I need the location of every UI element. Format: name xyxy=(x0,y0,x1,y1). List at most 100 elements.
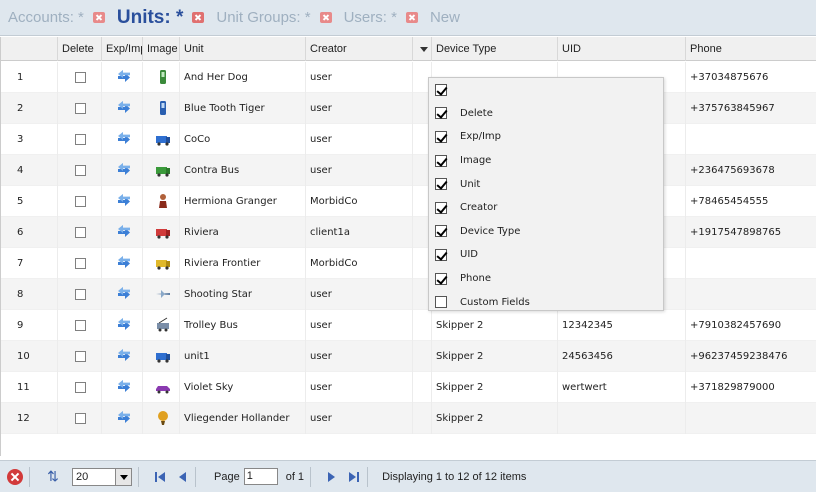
column-toggle-item[interactable]: Unit xyxy=(429,172,663,196)
table-row[interactable]: 12 Vliegender Hollander user Skipper 2 xyxy=(1,403,816,434)
column-checkbox[interactable] xyxy=(435,296,447,309)
unit-name[interactable]: Hermiona Granger xyxy=(180,186,306,217)
column-checkbox[interactable] xyxy=(435,201,447,214)
tab-unitgroups[interactable]: Unit Groups: * xyxy=(216,9,332,26)
table-row[interactable]: 4 Contra Bus user +236475693678 xyxy=(1,155,816,186)
header-phone[interactable]: Phone xyxy=(686,37,816,61)
sort-icon[interactable]: ⇅ xyxy=(44,468,62,485)
delete-checkbox[interactable] xyxy=(75,226,86,238)
delete-checkbox[interactable] xyxy=(75,319,86,331)
chevron-down-icon[interactable] xyxy=(115,468,131,485)
close-icon[interactable] xyxy=(92,12,105,23)
exchange-icon[interactable] xyxy=(106,380,132,393)
exchange-icon[interactable] xyxy=(106,349,132,362)
column-toggle-item[interactable]: Creator xyxy=(429,196,663,220)
header-uid[interactable]: UID xyxy=(558,37,686,61)
unit-name[interactable]: Contra Bus xyxy=(180,155,306,186)
table-row[interactable]: 7 Riviera Frontier MorbidCo xyxy=(1,248,816,279)
exchange-icon[interactable] xyxy=(106,70,132,83)
header-exp-imp[interactable]: Exp/Imp xyxy=(102,37,143,61)
unit-name[interactable]: Shooting Star xyxy=(180,279,306,310)
exchange-icon[interactable] xyxy=(106,411,132,424)
header-unit[interactable]: Unit xyxy=(180,37,306,61)
column-checkbox[interactable] xyxy=(435,178,447,191)
close-icon[interactable] xyxy=(405,12,418,23)
exchange-icon[interactable] xyxy=(106,132,132,145)
unit-name[interactable]: CoCo xyxy=(180,124,306,155)
column-checkbox[interactable] xyxy=(435,272,447,285)
tab-new[interactable]: New xyxy=(430,9,460,26)
exchange-icon[interactable] xyxy=(106,225,132,238)
table-row[interactable]: 1 And Her Dog user +37034875676 xyxy=(1,62,816,93)
tab-accounts[interactable]: Accounts: * xyxy=(8,9,105,26)
header-delete[interactable]: Delete xyxy=(58,37,102,61)
column-toggle-item[interactable]: Image xyxy=(429,149,663,173)
page-size-select[interactable]: 20 xyxy=(72,467,132,486)
column-checkbox[interactable] xyxy=(435,107,447,120)
delete-checkbox[interactable] xyxy=(75,257,86,269)
delete-checkbox[interactable] xyxy=(75,133,86,145)
exchange-icon[interactable] xyxy=(106,101,132,114)
delete-checkbox[interactable] xyxy=(75,164,86,176)
table-row[interactable]: 10 unit1 user Skipper 2 24563456 +96237459238… xyxy=(1,341,816,372)
unit-name[interactable]: Riviera Frontier xyxy=(180,248,306,279)
table-row[interactable]: 6 Riviera client1a +1917547898765 xyxy=(1,217,816,248)
next-page-icon[interactable] xyxy=(325,469,339,485)
column-toggle-item[interactable]: Delete xyxy=(429,102,663,126)
table-row[interactable]: 8 Shooting Star user xyxy=(1,279,816,310)
unit-name[interactable]: Violet Sky xyxy=(180,372,306,403)
column-checkbox[interactable] xyxy=(435,225,447,238)
unit-name[interactable]: unit1 xyxy=(180,341,306,372)
delete-checkbox[interactable] xyxy=(75,350,86,362)
column-toggle-item[interactable]: Exp/Imp xyxy=(429,125,663,149)
close-icon[interactable] xyxy=(319,12,332,23)
delete-checkbox[interactable] xyxy=(75,195,86,207)
prev-page-icon[interactable] xyxy=(175,469,189,485)
unit-name[interactable]: Vliegender Hollander xyxy=(180,403,306,434)
delete-checkbox[interactable] xyxy=(75,288,86,300)
tab-label: Units: * xyxy=(116,6,184,28)
table-row[interactable]: 2 Blue Tooth Tiger user +375763845967 xyxy=(1,93,816,124)
column-toggle-item[interactable]: Device Type xyxy=(429,220,663,244)
column-checkbox[interactable] xyxy=(435,83,447,96)
column-toggle-item[interactable]: UID xyxy=(429,243,663,267)
unit-name[interactable]: Riviera xyxy=(180,217,306,248)
column-menu-button[interactable] xyxy=(413,37,432,61)
column-toggle-item[interactable]: Custom Fields xyxy=(429,290,663,314)
unit-name[interactable]: Trolley Bus xyxy=(180,310,306,341)
table-row[interactable]: 9 Trolley Bus user Skipper 2 12342345 +791038… xyxy=(1,310,816,341)
first-page-icon[interactable] xyxy=(153,469,167,485)
tab-units[interactable]: Units: * xyxy=(117,7,205,29)
exp-imp-cell xyxy=(102,248,143,279)
delete-cell xyxy=(58,403,102,434)
column-toggle-item[interactable] xyxy=(429,78,663,102)
table-row[interactable]: 5 Hermiona Granger MorbidCo +78465454555 xyxy=(1,186,816,217)
column-checkbox[interactable] xyxy=(435,248,447,261)
delete-cell xyxy=(58,310,102,341)
exchange-icon[interactable] xyxy=(106,163,132,176)
exchange-icon[interactable] xyxy=(106,256,132,269)
delete-icon[interactable] xyxy=(7,468,23,485)
column-checkbox[interactable] xyxy=(435,154,447,167)
unit-name[interactable]: Blue Tooth Tiger xyxy=(180,93,306,124)
delete-checkbox[interactable] xyxy=(75,102,86,114)
header-creator[interactable]: Creator xyxy=(306,37,413,61)
table-row[interactable]: 3 CoCo user xyxy=(1,124,816,155)
exchange-icon[interactable] xyxy=(106,318,132,331)
delete-checkbox[interactable] xyxy=(75,412,86,424)
red-truck-icon xyxy=(147,227,172,239)
exchange-icon[interactable] xyxy=(106,194,132,207)
header-device-type[interactable]: Device Type xyxy=(432,37,558,61)
header-image[interactable]: Image xyxy=(143,37,180,61)
column-toggle-item[interactable]: Phone xyxy=(429,267,663,291)
close-icon[interactable] xyxy=(192,12,205,23)
unit-name[interactable]: And Her Dog xyxy=(180,62,306,93)
delete-checkbox[interactable] xyxy=(75,381,86,393)
column-checkbox[interactable] xyxy=(435,130,447,143)
delete-checkbox[interactable] xyxy=(75,71,86,83)
tab-users[interactable]: Users: * xyxy=(344,9,418,26)
page-number-input[interactable]: 1 xyxy=(243,468,278,485)
table-row[interactable]: 11 Violet Sky user Skipper 2 wertwert +371829… xyxy=(1,372,816,403)
exchange-icon[interactable] xyxy=(106,287,132,300)
last-page-icon[interactable] xyxy=(347,469,361,485)
